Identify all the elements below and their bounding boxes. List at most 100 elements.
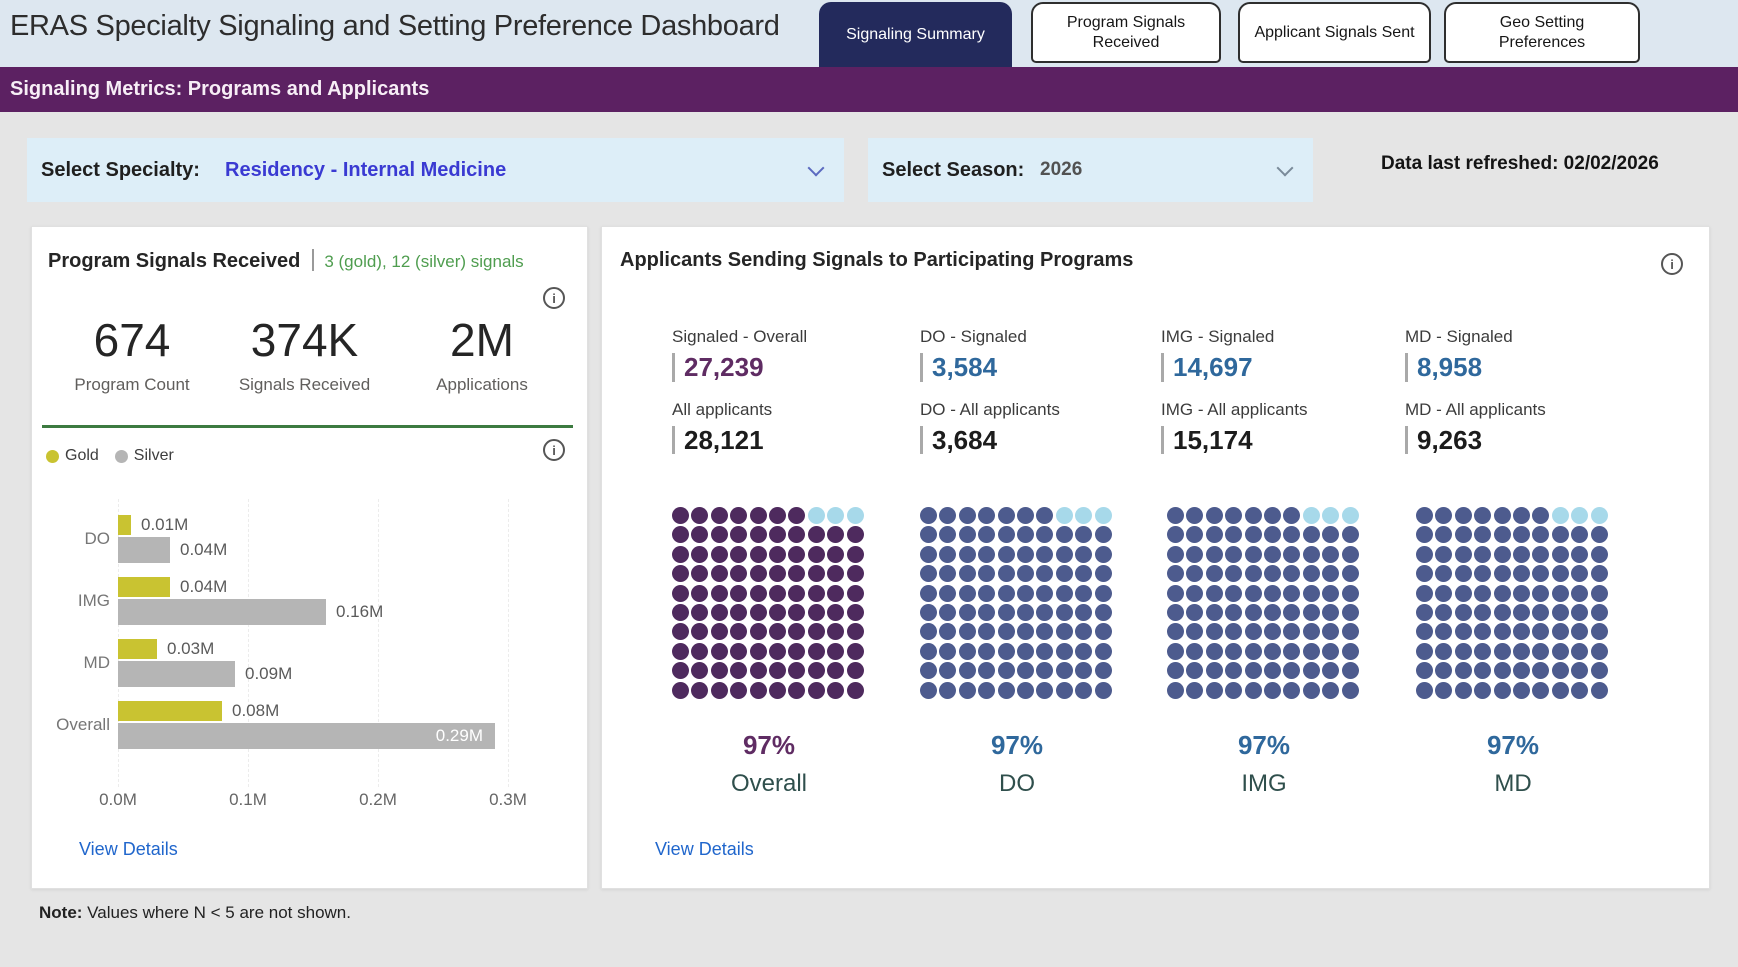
dot-filled [978, 546, 995, 563]
dot-filled [1283, 585, 1300, 602]
dot-filled [769, 682, 786, 699]
legend-label: Silver [134, 447, 174, 465]
dot-filled [750, 662, 767, 679]
dot-filled [1264, 662, 1281, 679]
dot-filled [1206, 643, 1223, 660]
gold-bar-md[interactable] [118, 639, 157, 659]
dot-filled [1264, 623, 1281, 640]
dot-filled [730, 546, 747, 563]
waffle-grid-md[interactable] [1416, 507, 1608, 699]
dot-filled [1455, 526, 1472, 543]
dot-filled [1435, 546, 1452, 563]
dot-filled [1075, 623, 1092, 640]
dot-filled [1322, 604, 1339, 621]
tab-geo-setting-preferences[interactable]: Geo Setting Preferences [1444, 2, 1640, 63]
dot-filled [769, 623, 786, 640]
dot-filled [1036, 662, 1053, 679]
dot-filled [1532, 604, 1549, 621]
silver-bar-do[interactable] [118, 537, 170, 563]
dot-filled [1513, 623, 1530, 640]
dot-filled [1056, 623, 1073, 640]
waffle-grid-overall[interactable] [672, 507, 864, 699]
dot-filled [1283, 526, 1300, 543]
all-applicants-label: IMG - All applicants [1161, 400, 1391, 420]
dot-filled [1342, 682, 1359, 699]
dot-filled [847, 546, 864, 563]
dot-filled [1283, 643, 1300, 660]
waffle-grid-do[interactable] [920, 507, 1112, 699]
silver-bar-md[interactable] [118, 661, 235, 687]
dot-filled [1264, 507, 1281, 524]
dot-filled [1455, 623, 1472, 640]
dot-filled [1075, 585, 1092, 602]
dot-filled [1494, 662, 1511, 679]
dot-filled [1283, 565, 1300, 582]
gold-bar-img[interactable] [118, 577, 170, 597]
dot-filled [672, 585, 689, 602]
dot-filled [1283, 546, 1300, 563]
info-icon[interactable]: i [543, 439, 565, 461]
dot-filled [1342, 546, 1359, 563]
dot-filled [1283, 507, 1300, 524]
info-icon[interactable]: i [1661, 253, 1683, 275]
dot-filled [1245, 682, 1262, 699]
silver-bar-img[interactable] [118, 599, 326, 625]
dot-filled [1186, 643, 1203, 660]
dot-filled [1474, 623, 1491, 640]
dot-filled [1532, 507, 1549, 524]
signaled-label: Signaled - Overall [672, 327, 902, 347]
dot-filled [1474, 662, 1491, 679]
info-icon[interactable]: i [543, 287, 565, 309]
dot-filled [1036, 682, 1053, 699]
dot-filled [1167, 526, 1184, 543]
dot-filled [750, 682, 767, 699]
dot-filled [691, 565, 708, 582]
dot-filled [827, 585, 844, 602]
gold-bar-do[interactable] [118, 515, 131, 535]
dot-filled [1455, 604, 1472, 621]
dot-filled [691, 643, 708, 660]
applicants-signals-title: Applicants Sending Signals to Participat… [620, 249, 1133, 272]
dot-filled [1264, 682, 1281, 699]
dot-filled [769, 507, 786, 524]
view-details-link[interactable]: View Details [79, 839, 178, 860]
dot-filled [1036, 526, 1053, 543]
dot-filled [827, 604, 844, 621]
dot-filled [1474, 604, 1491, 621]
dot-filled [827, 623, 844, 640]
dot-filled [1591, 546, 1608, 563]
tab-applicant-signals-sent[interactable]: Applicant Signals Sent [1238, 2, 1431, 63]
dot-filled [1303, 662, 1320, 679]
dot-filled [769, 546, 786, 563]
dot-filled [730, 565, 747, 582]
dot-filled [1245, 585, 1262, 602]
season-dropdown[interactable]: Select Season: 2026 [868, 138, 1313, 202]
dot-filled [939, 643, 956, 660]
percent-label-do: 97% [920, 730, 1114, 761]
footnote: Note: Values where N < 5 are not shown. [39, 903, 351, 923]
dot-filled [750, 623, 767, 640]
all-applicants-value: 3,684 [920, 426, 1150, 455]
dot-filled [1167, 546, 1184, 563]
dot-unfilled [1303, 507, 1320, 524]
view-details-link[interactable]: View Details [655, 839, 754, 860]
specialty-dropdown[interactable]: Select Specialty: Residency - Internal M… [27, 138, 844, 202]
dot-filled [998, 604, 1015, 621]
dot-filled [1342, 565, 1359, 582]
dot-filled [1225, 585, 1242, 602]
dot-filled [1571, 643, 1588, 660]
gold-bar-overall[interactable] [118, 701, 222, 721]
dot-filled [959, 643, 976, 660]
dot-filled [827, 643, 844, 660]
dot-filled [711, 643, 728, 660]
dot-unfilled [1075, 507, 1092, 524]
tab-program-signals-received[interactable]: Program Signals Received [1031, 2, 1221, 63]
dot-filled [1095, 546, 1112, 563]
dot-filled [1342, 585, 1359, 602]
waffle-grid-img[interactable] [1167, 507, 1359, 699]
dot-filled [1474, 565, 1491, 582]
dot-filled [998, 565, 1015, 582]
dot-filled [1186, 585, 1203, 602]
dot-filled [998, 662, 1015, 679]
tab-signaling-summary[interactable]: Signaling Summary [819, 2, 1012, 67]
